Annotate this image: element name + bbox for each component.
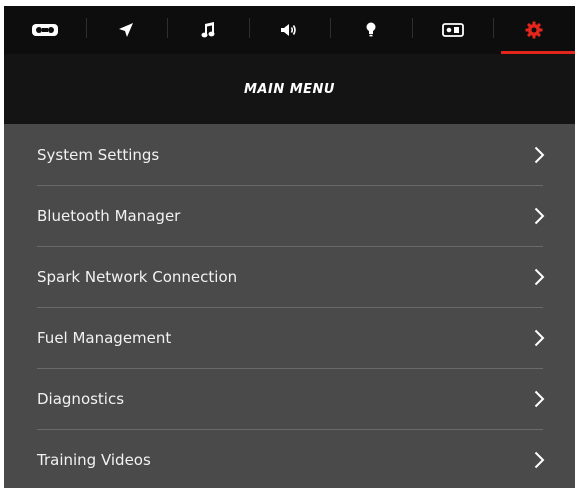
tab-tape[interactable] — [4, 6, 86, 54]
chevron-right-icon — [534, 146, 545, 164]
tab-navigation[interactable] — [85, 6, 168, 54]
speaker-icon — [281, 24, 297, 36]
menu-item-diagnostics[interactable]: Diagnostics — [4, 368, 575, 429]
menu-item-label: Bluetooth Manager — [37, 206, 181, 225]
chevron-right-icon — [534, 207, 545, 225]
main-menu-list: System Settings Bluetooth Manager Spark … — [4, 124, 575, 488]
cassette-icon — [31, 24, 58, 36]
menu-header: MAIN MENU — [4, 54, 575, 124]
menu-item-spark-network-connection[interactable]: Spark Network Connection — [4, 246, 575, 307]
menu-item-fuel-management[interactable]: Fuel Management — [4, 307, 575, 368]
tab-settings[interactable] — [493, 6, 575, 54]
navigation-arrow-icon — [119, 23, 134, 37]
menu-item-training-videos[interactable]: Training Videos — [4, 429, 575, 488]
tab-volume[interactable] — [248, 6, 331, 54]
menu-item-bluetooth-manager[interactable]: Bluetooth Manager — [4, 185, 575, 246]
chevron-right-icon — [534, 329, 545, 347]
chevron-right-icon — [534, 268, 545, 286]
light-bulb-icon — [366, 22, 376, 37]
menu-item-label: Fuel Management — [37, 328, 172, 347]
gear-icon — [525, 21, 543, 39]
tab-music[interactable] — [167, 6, 249, 54]
chevron-right-icon — [534, 390, 545, 408]
menu-item-label: System Settings — [37, 145, 160, 164]
app-screen: MAIN MENU System Settings Bluetooth Mana… — [4, 6, 575, 488]
menu-item-system-settings[interactable]: System Settings — [4, 124, 575, 185]
music-note-icon — [201, 22, 215, 38]
menu-item-label: Spark Network Connection — [37, 267, 238, 286]
menu-item-label: Diagnostics — [37, 389, 125, 408]
tab-device[interactable] — [411, 6, 494, 54]
device-icon — [441, 23, 464, 37]
tab-lights[interactable] — [330, 6, 412, 54]
page-title: MAIN MENU — [244, 81, 335, 97]
chevron-right-icon — [534, 451, 545, 469]
top-tab-bar — [4, 6, 575, 54]
menu-item-label: Training Videos — [37, 450, 151, 469]
